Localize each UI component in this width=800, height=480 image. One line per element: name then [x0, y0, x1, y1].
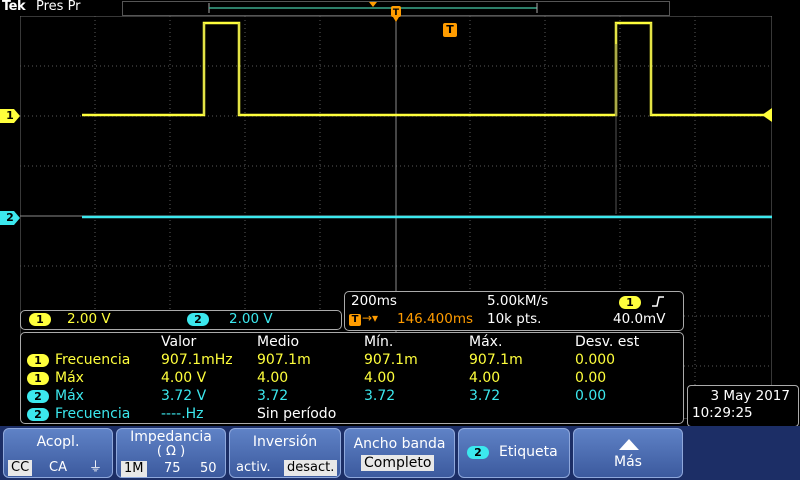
timebase-trigger-readout[interactable]: 200ms 5.00kM/s 1 T →▾ 146.400ms 10k pts.… — [344, 291, 684, 331]
meas-name: Frecuencia — [55, 406, 131, 422]
trigger-position: 146.400ms — [397, 311, 474, 327]
meas-desv: 0.000 — [575, 352, 616, 368]
meas-min: 3.72 — [364, 388, 396, 404]
trigger-level-marker[interactable] — [760, 108, 772, 122]
trigger-marker-letter: T — [393, 8, 400, 18]
impedancia-title: Impedancia — [130, 429, 212, 445]
channel-scale-readout[interactable]: 1 2.00 V 2 2.00 V — [20, 310, 342, 330]
ancho-banda-button[interactable]: Ancho banda Completo — [344, 428, 455, 478]
col-max: Máx. — [469, 334, 503, 350]
measurement-row: 1 Frecuencia 907.1mHz 907.1m 907.1m 907.… — [21, 352, 683, 370]
meas-desv: 0.00 — [575, 388, 607, 404]
impedancia-option-1m[interactable]: 1M — [121, 461, 147, 477]
ancho-banda-title: Ancho banda — [353, 436, 446, 452]
inversion-button[interactable]: Inversión activ. desact. — [229, 428, 341, 478]
acopl-option-cc[interactable]: CC — [8, 460, 33, 476]
meas-valor: 3.72 V — [161, 388, 207, 404]
meas-valor: 4.00 V — [161, 370, 207, 386]
etiqueta-button[interactable]: 2 Etiqueta — [458, 428, 570, 478]
impedancia-unit: ( Ω ) — [156, 444, 186, 459]
ancho-banda-value: Completo — [361, 455, 435, 471]
ch1-chip: 1 — [27, 372, 49, 385]
ground-icon[interactable]: ⏚ — [86, 460, 105, 476]
col-desv: Desv. est — [575, 334, 640, 350]
mas-button[interactable]: Más — [573, 428, 683, 478]
trigger-level: 40.0mV — [613, 311, 666, 327]
measurement-row: 2 Máx 3.72 V 3.72 3.72 3.72 0.00 — [21, 388, 683, 406]
horizontal-scale: 200ms — [351, 293, 397, 309]
rising-edge-icon — [652, 296, 664, 307]
col-min: Mín. — [364, 334, 394, 350]
ch2-chip: 2 — [467, 446, 489, 459]
impedancia-option-75[interactable]: 75 — [161, 461, 184, 477]
mas-title: Más — [614, 454, 642, 470]
arrow-right-down-icon: →▾ — [362, 311, 379, 325]
acopl-option-ca[interactable]: CA — [46, 460, 70, 476]
acopl-title: Acopl. — [36, 434, 80, 450]
inversion-option-desact[interactable]: desact. — [284, 460, 338, 476]
ch2-chip: 2 — [187, 313, 209, 326]
acopl-button[interactable]: Acopl. CC CA ⏚ — [3, 428, 113, 478]
col-valor: Valor — [161, 334, 197, 350]
ch1-chip: 1 — [27, 354, 49, 367]
meas-desv: 0.00 — [575, 370, 607, 386]
measurement-row: 1 Máx 4.00 V 4.00 4.00 4.00 0.00 — [21, 370, 683, 388]
etiqueta-title: Etiqueta — [499, 444, 558, 460]
meas-min: 907.1m — [364, 352, 418, 368]
ch1-scale: 2.00 V — [67, 311, 111, 327]
meas-max: 3.72 — [469, 388, 501, 404]
meas-valor: ----.Hz — [161, 406, 204, 422]
meas-name: Máx — [55, 370, 84, 386]
col-medio: Medio — [257, 334, 300, 350]
meas-max: 907.1m — [469, 352, 523, 368]
datetime-readout: 3 May 2017 10:29:25 — [687, 385, 799, 427]
inversion-title: Inversión — [252, 434, 318, 450]
meas-medio: 907.1m — [257, 352, 311, 368]
meas-name: Frecuencia — [55, 352, 131, 368]
ch2-chip: 2 — [27, 390, 49, 403]
ch2-scale: 2.00 V — [229, 311, 273, 327]
acquisition-state: Pres Pr — [36, 0, 81, 14]
record-length: 10k pts. — [487, 311, 542, 327]
meas-name: Máx — [55, 388, 84, 404]
ch1-ground-marker[interactable]: 1 — [0, 109, 20, 123]
date: 3 May 2017 — [710, 388, 790, 404]
measurement-row: 2 Frecuencia ----.Hz Sin período — [21, 406, 683, 424]
meas-min: 4.00 — [364, 370, 396, 386]
ch2-chip: 2 — [27, 408, 49, 421]
time: 10:29:25 — [692, 405, 753, 421]
ch2-ground-marker[interactable]: 2 — [0, 211, 20, 225]
chevron-up-icon — [619, 439, 639, 450]
brand-logo: Tek — [2, 0, 26, 14]
meas-max: 4.00 — [469, 370, 501, 386]
measurement-table[interactable]: Valor Medio Mín. Máx. Desv. est 1 Frecue… — [20, 332, 684, 424]
trigger-source-chip: 1 — [619, 296, 641, 309]
measurement-header: Valor Medio Mín. Máx. Desv. est — [21, 334, 683, 352]
impedancia-button[interactable]: Impedancia ( Ω ) 1M 75 50 — [116, 428, 226, 478]
meas-note: Sin período — [257, 406, 337, 422]
trigger-position-icon[interactable]: T — [388, 2, 404, 24]
meas-valor: 907.1mHz — [161, 352, 233, 368]
meas-medio: 3.72 — [257, 388, 289, 404]
impedancia-option-50[interactable]: 50 — [197, 461, 220, 477]
trigger-point-marker[interactable]: T — [443, 23, 457, 37]
meas-medio: 4.00 — [257, 370, 289, 386]
inversion-option-activ[interactable]: activ. — [233, 460, 274, 476]
sample-rate: 5.00kM/s — [487, 293, 549, 309]
trigger-position-chip: T — [349, 314, 361, 326]
ch1-chip: 1 — [29, 313, 51, 326]
